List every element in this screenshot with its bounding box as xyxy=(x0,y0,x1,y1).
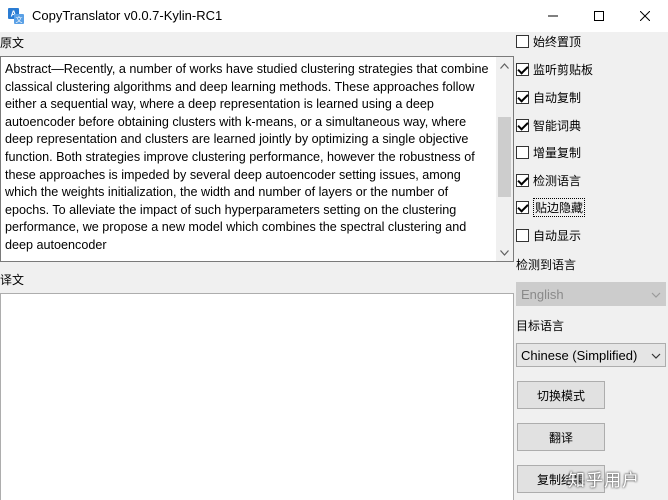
target-language-label: 目标语言 xyxy=(516,319,565,333)
source-text[interactable]: Abstract—Recently, a number of works hav… xyxy=(5,61,493,257)
option-detect-language[interactable]: 检测语言 xyxy=(516,171,581,189)
source-textarea[interactable]: Abstract—Recently, a number of works hav… xyxy=(0,56,514,262)
option-auto-copy[interactable]: 自动复制 xyxy=(516,88,581,106)
option-smart-dictionary[interactable]: 智能词典 xyxy=(516,116,581,134)
option-label: 自动复制 xyxy=(533,90,582,105)
scrollbar-thumb[interactable] xyxy=(498,117,511,197)
option-auto-show[interactable]: 自动显示 xyxy=(516,226,581,244)
checkbox-detect-language[interactable] xyxy=(516,173,529,187)
scroll-down-icon[interactable] xyxy=(496,244,513,261)
maximize-icon xyxy=(594,11,604,21)
option-label: 增量复制 xyxy=(533,145,582,160)
checkbox-auto-copy[interactable] xyxy=(516,90,529,104)
translate-button[interactable]: 翻译 xyxy=(517,423,605,451)
option-listen-clipboard[interactable]: 监听剪贴板 xyxy=(516,60,593,78)
detected-language-value: English xyxy=(521,286,564,302)
checkbox-incremental-copy[interactable] xyxy=(516,145,529,159)
target-textarea[interactable] xyxy=(0,293,514,500)
target-language-value: Chinese (Simplified) xyxy=(521,347,638,363)
detect-language-label: 检测到语言 xyxy=(516,258,577,272)
chevron-down-icon xyxy=(651,292,661,298)
chevron-down-icon xyxy=(651,353,661,359)
option-label: 自动显示 xyxy=(533,228,582,243)
close-button[interactable] xyxy=(622,0,668,32)
checkbox-smart-dictionary[interactable] xyxy=(516,118,529,132)
option-label: 检测语言 xyxy=(533,173,582,188)
window-title: CopyTranslator v0.0.7-Kylin-RC1 xyxy=(32,8,223,23)
watermark: 知乎用户 xyxy=(568,471,640,491)
source-scrollbar[interactable] xyxy=(496,57,513,261)
checkbox-listen-clipboard[interactable] xyxy=(516,62,529,76)
translator-app-icon: A 文 xyxy=(8,8,24,24)
option-edge-hide[interactable]: 贴边隐藏 xyxy=(516,197,586,217)
option-label: 监听剪贴板 xyxy=(533,62,594,77)
option-incremental-copy[interactable]: 增量复制 xyxy=(516,143,581,161)
target-label: 译文 xyxy=(0,273,25,287)
svg-text:文: 文 xyxy=(16,15,23,24)
close-icon xyxy=(640,11,650,21)
checkbox-always-on-top[interactable] xyxy=(516,34,529,48)
minimize-icon xyxy=(548,15,558,17)
option-label: 始终置顶 xyxy=(533,34,582,49)
minimize-button[interactable] xyxy=(530,0,576,32)
checkbox-edge-hide[interactable] xyxy=(516,200,529,214)
source-label: 原文 xyxy=(0,36,25,50)
checkbox-auto-show[interactable] xyxy=(516,228,529,242)
title-bar[interactable]: A 文 CopyTranslator v0.0.7-Kylin-RC1 xyxy=(0,0,668,32)
switch-mode-button[interactable]: 切换模式 xyxy=(517,381,605,409)
scroll-up-icon[interactable] xyxy=(496,57,513,74)
option-always-on-top[interactable]: 始终置顶 xyxy=(516,32,581,50)
detected-language-select: English xyxy=(516,282,666,306)
option-label: 智能词典 xyxy=(533,118,582,133)
option-label: 贴边隐藏 xyxy=(533,197,586,217)
maximize-button[interactable] xyxy=(576,0,622,32)
target-language-select[interactable]: Chinese (Simplified) xyxy=(516,343,666,367)
